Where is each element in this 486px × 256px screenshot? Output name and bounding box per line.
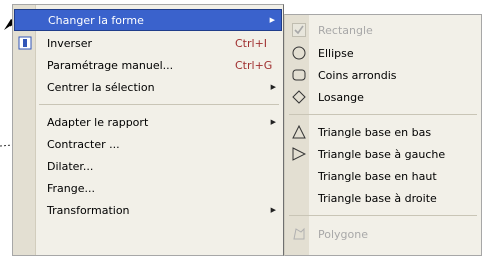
- submenu-item-triangle-base-a-droite[interactable]: Triangle base à droite: [286, 187, 480, 209]
- shortcut-label: Ctrl+G: [235, 58, 273, 72]
- menu-item-centrer-la-selection[interactable]: Centrer la sélection ▶: [14, 76, 282, 98]
- menu-item-changer-la-forme[interactable]: Changer la forme ▶: [14, 9, 282, 31]
- menu-item-label: Inverser: [47, 36, 93, 50]
- submenu-arrow-icon: ▶: [270, 83, 276, 91]
- shortcut-label: Ctrl+I: [235, 36, 268, 50]
- polygon-icon: [292, 227, 306, 241]
- menu-item-dilater[interactable]: Dilater...: [14, 155, 282, 177]
- triangle-right-icon: [292, 147, 306, 161]
- menu-item-label: Changer la forme: [48, 13, 144, 27]
- context-menu: Changer la forme ▶ Inverser Ctrl+I Param…: [12, 4, 284, 256]
- menu-item-adapter-le-rapport[interactable]: Adapter le rapport ▶: [14, 111, 282, 133]
- menu-item-inverser[interactable]: Inverser Ctrl+I: [14, 32, 282, 54]
- submenu-item-ellipse[interactable]: Ellipse: [286, 42, 480, 64]
- diamond-icon: [292, 90, 306, 104]
- submenu-item-label: Triangle base en bas: [318, 125, 432, 139]
- submenu-item-losange[interactable]: Losange: [286, 86, 480, 108]
- submenu-item-label: Rectangle: [318, 23, 373, 37]
- submenu-item-label: Coins arrondis: [318, 68, 397, 82]
- menu-separator: [289, 215, 477, 216]
- invert-icon: [18, 36, 32, 50]
- submenu-item-triangle-base-en-bas[interactable]: Triangle base en bas: [286, 121, 480, 143]
- menu-item-contracter[interactable]: Contracter ...: [14, 133, 282, 155]
- menu-item-label: Frange...: [47, 181, 96, 195]
- checkmark-icon: [292, 23, 306, 37]
- submenu-arrow-icon: ▶: [270, 118, 276, 126]
- submenu-item-label: Triangle base en haut: [318, 169, 437, 183]
- rounded-rect-icon: [292, 68, 306, 82]
- menu-separator: [289, 114, 477, 115]
- submenu-item-triangle-base-a-gauche[interactable]: Triangle base à gauche: [286, 143, 480, 165]
- menu-item-label: Paramétrage manuel...: [47, 58, 174, 72]
- submenu-item-label: Losange: [318, 90, 364, 104]
- menu-item-label: Centrer la sélection: [47, 80, 155, 94]
- menu-item-label: Adapter le rapport: [47, 115, 149, 129]
- menu-item-label: Dilater...: [47, 159, 94, 173]
- submenu-arrow-icon: ▶: [269, 16, 275, 24]
- submenu-item-label: Triangle base à gauche: [318, 147, 446, 161]
- menu-item-transformation[interactable]: Transformation ▶: [14, 199, 282, 221]
- submenu-item-label: Ellipse: [318, 46, 354, 60]
- submenu-item-label: Polygone: [318, 227, 368, 241]
- submenu-arrow-icon: ▶: [270, 206, 276, 214]
- submenu-item-triangle-base-en-haut[interactable]: Triangle base en haut: [286, 165, 480, 187]
- shape-submenu: Rectangle Ellipse Coins arrondis Losange…: [284, 14, 482, 256]
- menu-item-label: Contracter ...: [47, 137, 120, 151]
- ellipse-icon: [292, 46, 306, 60]
- menu-item-label: Transformation: [47, 203, 130, 217]
- submenu-item-coins-arrondis[interactable]: Coins arrondis: [286, 64, 480, 86]
- menu-item-frange[interactable]: Frange...: [14, 177, 282, 199]
- menu-item-parametrage-manuel[interactable]: Paramétrage manuel... Ctrl+G: [14, 54, 282, 76]
- menu-separator: [39, 104, 279, 105]
- triangle-up-icon: [292, 125, 306, 139]
- submenu-item-label: Triangle base à droite: [318, 191, 437, 205]
- submenu-item-rectangle[interactable]: Rectangle: [286, 19, 480, 41]
- submenu-item-polygone[interactable]: Polygone: [286, 223, 480, 245]
